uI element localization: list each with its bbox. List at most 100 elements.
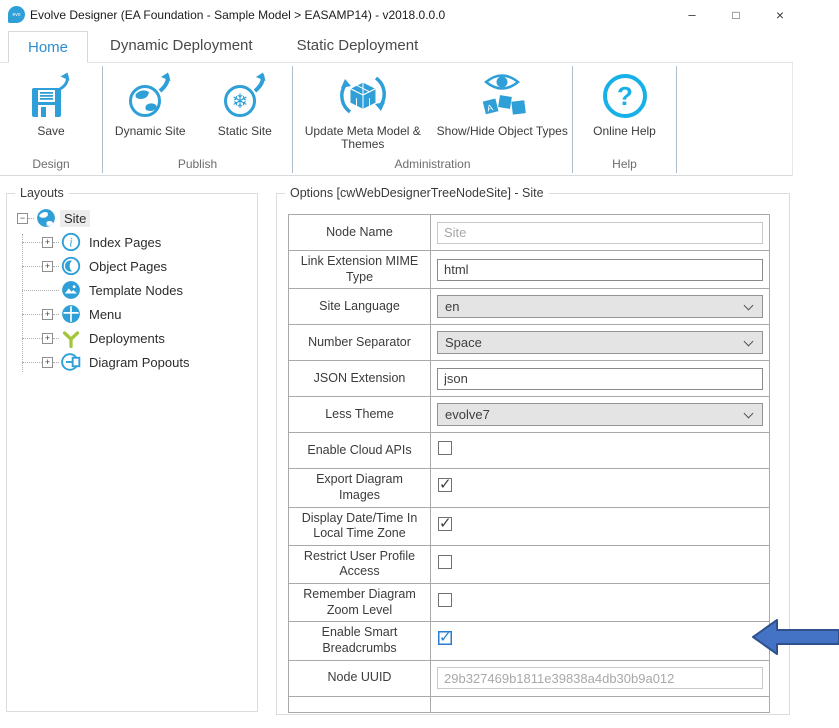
tree-item-index-pages[interactable]: +iIndex Pages — [7, 230, 257, 254]
select-value: en — [445, 299, 459, 314]
tab-dynamic-deployment[interactable]: Dynamic Deployment — [88, 30, 275, 62]
option-label: Node UUID — [289, 660, 431, 696]
options-row-number-separator: Number SeparatorSpace — [289, 325, 770, 361]
less-theme-select[interactable]: evolve7 — [437, 403, 763, 426]
options-panel-title: Options [cwWebDesignerTreeNodeSite] - Si… — [285, 186, 549, 200]
json-extension-input[interactable] — [437, 368, 763, 390]
title-bar: evo Evolve Designer (EA Foundation - Sam… — [0, 0, 839, 30]
option-value-cell — [431, 251, 770, 289]
tree-expander-expand-icon[interactable]: + — [42, 333, 53, 344]
eye-object-types-icon: A — [473, 68, 531, 120]
site-language-select[interactable]: en — [437, 295, 763, 318]
options-row-enable-cloud-apis: Enable Cloud APIs ✓ — [289, 433, 770, 469]
tree-expander-expand-icon[interactable]: + — [42, 237, 53, 248]
snowflake-upload-icon: ❄ — [222, 68, 268, 120]
option-value-cell — [431, 361, 770, 397]
option-value-cell: ✓ — [431, 622, 770, 660]
tree-connector-line — [22, 234, 23, 372]
enable-cloud-apis-checkbox[interactable]: ✓ — [438, 441, 452, 455]
tree-connector — [22, 242, 42, 243]
enable-smart-breadcrumbs-checkbox[interactable]: ✓ — [438, 631, 452, 645]
dynamic-site-button[interactable]: Dynamic Site — [103, 66, 198, 155]
floppy-save-icon — [29, 68, 73, 120]
option-label: Site Language — [289, 289, 431, 325]
options-row-json-extension: JSON Extension — [289, 361, 770, 397]
ribbon-button-label: Dynamic Site — [111, 125, 190, 138]
tree-expander-expand-icon[interactable]: + — [42, 261, 53, 272]
ribbon-button-label: Save — [33, 125, 68, 138]
option-label: Display Date/Time In Local Time Zone — [289, 507, 431, 545]
ribbon-group-label: Help — [573, 155, 676, 173]
tree-expander-expand-icon[interactable]: + — [42, 309, 53, 320]
layouts-panel: Layouts −Site+iIndex Pages+Object PagesT… — [6, 193, 258, 712]
ribbon-button-label: Show/Hide Object Types — [433, 125, 572, 138]
tree-item-diagram-popouts[interactable]: + Diagram Popouts — [7, 350, 257, 374]
deployments-icon — [61, 328, 81, 348]
tree-item-menu[interactable]: +Menu — [7, 302, 257, 326]
svg-text:i: i — [69, 235, 73, 249]
option-value-cell — [431, 660, 770, 696]
save-button[interactable]: Save — [0, 66, 102, 155]
ribbon-group-design: Save Design — [0, 66, 103, 173]
tree-item-label: Site — [60, 210, 90, 227]
display-date-time-in-local-time-zone-checkbox[interactable]: ✓ — [438, 517, 452, 531]
options-row-node-name: Node Name — [289, 215, 770, 251]
ribbon-button-label: Online Help — [589, 125, 660, 138]
tree-item-site[interactable]: − Site — [7, 206, 257, 230]
checkmark-icon: ✓ — [439, 628, 452, 646]
show-hide-object-types-button[interactable]: A Show/Hide Object Types — [433, 66, 573, 155]
update-meta-model-themes-button[interactable]: Update Meta Model & Themes — [293, 66, 433, 155]
tree-expander-expand-icon[interactable]: + — [42, 357, 53, 368]
static-site-button[interactable]: ❄ Static Site — [198, 66, 293, 155]
option-label: Link Extension MIME Type — [289, 251, 431, 289]
app-logo-icon: evo — [8, 6, 25, 23]
option-label: Restrict User Profile Access — [289, 545, 431, 583]
tab-static-deployment[interactable]: Static Deployment — [275, 30, 441, 62]
ribbon-group-administration: Update Meta Model & Themes A Show/Hide Obj… — [293, 66, 573, 173]
ribbon-group-label: Publish — [103, 155, 292, 173]
option-label — [289, 696, 431, 712]
options-row-display-date-time-in-local-time-zone: Display Date/Time In Local Time Zone ✓ — [289, 507, 770, 545]
select-value: Space — [445, 335, 482, 350]
annotation-left-arrow-icon — [751, 616, 839, 658]
link-extension-mime-type-input[interactable] — [437, 259, 763, 281]
tree-expander-collapse-icon[interactable]: − — [17, 213, 28, 224]
option-label: Enable Cloud APIs — [289, 433, 431, 469]
options-row-enable-smart-breadcrumbs: Enable Smart Breadcrumbs ✓ — [289, 622, 770, 660]
tree-item-label: Deployments — [85, 330, 169, 347]
minimize-button[interactable]: – — [676, 2, 708, 28]
online-help-button[interactable]: ? Online Help — [573, 66, 676, 155]
maximize-button[interactable]: □ — [720, 2, 752, 28]
globe-upload-icon — [127, 68, 173, 120]
export-diagram-images-checkbox[interactable]: ✓ — [438, 478, 452, 492]
number-separator-select[interactable]: Space — [437, 331, 763, 354]
chevron-down-icon — [744, 300, 754, 310]
tab-home[interactable]: Home — [8, 31, 88, 63]
option-label: Export Diagram Images — [289, 469, 431, 507]
ribbon: Save Design Dynamic Site ❄ Static Site Publis… — [0, 63, 793, 176]
options-row-link-extension-mime-type: Link Extension MIME Type — [289, 251, 770, 289]
remember-diagram-zoom-level-checkbox[interactable]: ✓ — [438, 593, 452, 607]
option-label: Remember Diagram Zoom Level — [289, 584, 431, 622]
question-circle-icon: ? — [601, 68, 649, 120]
ribbon-group-label: Design — [0, 155, 102, 173]
tree-connector — [22, 266, 42, 267]
object-pages-icon — [61, 256, 81, 276]
site-globe-icon — [36, 208, 56, 228]
option-label: Enable Smart Breadcrumbs — [289, 622, 431, 660]
tree-item-template-nodes[interactable]: Template Nodes — [7, 278, 257, 302]
node-name-input[interactable] — [437, 222, 763, 244]
tree-connector — [53, 338, 59, 339]
close-button[interactable]: × — [764, 2, 796, 28]
ribbon-tab-bar: HomeDynamic DeploymentStatic Deployment — [0, 30, 793, 63]
tree-connector — [53, 266, 59, 267]
node-uuid-input[interactable] — [437, 667, 763, 689]
tree-item-object-pages[interactable]: +Object Pages — [7, 254, 257, 278]
restrict-user-profile-access-checkbox[interactable]: ✓ — [438, 555, 452, 569]
checkmark-icon: ✓ — [439, 514, 452, 532]
tree-item-deployments[interactable]: + Deployments — [7, 326, 257, 350]
ribbon-button-label: Static Site — [214, 125, 276, 138]
index-pages-icon: i — [61, 232, 81, 252]
option-value-cell — [431, 215, 770, 251]
tree-item-label: Diagram Popouts — [85, 354, 193, 371]
